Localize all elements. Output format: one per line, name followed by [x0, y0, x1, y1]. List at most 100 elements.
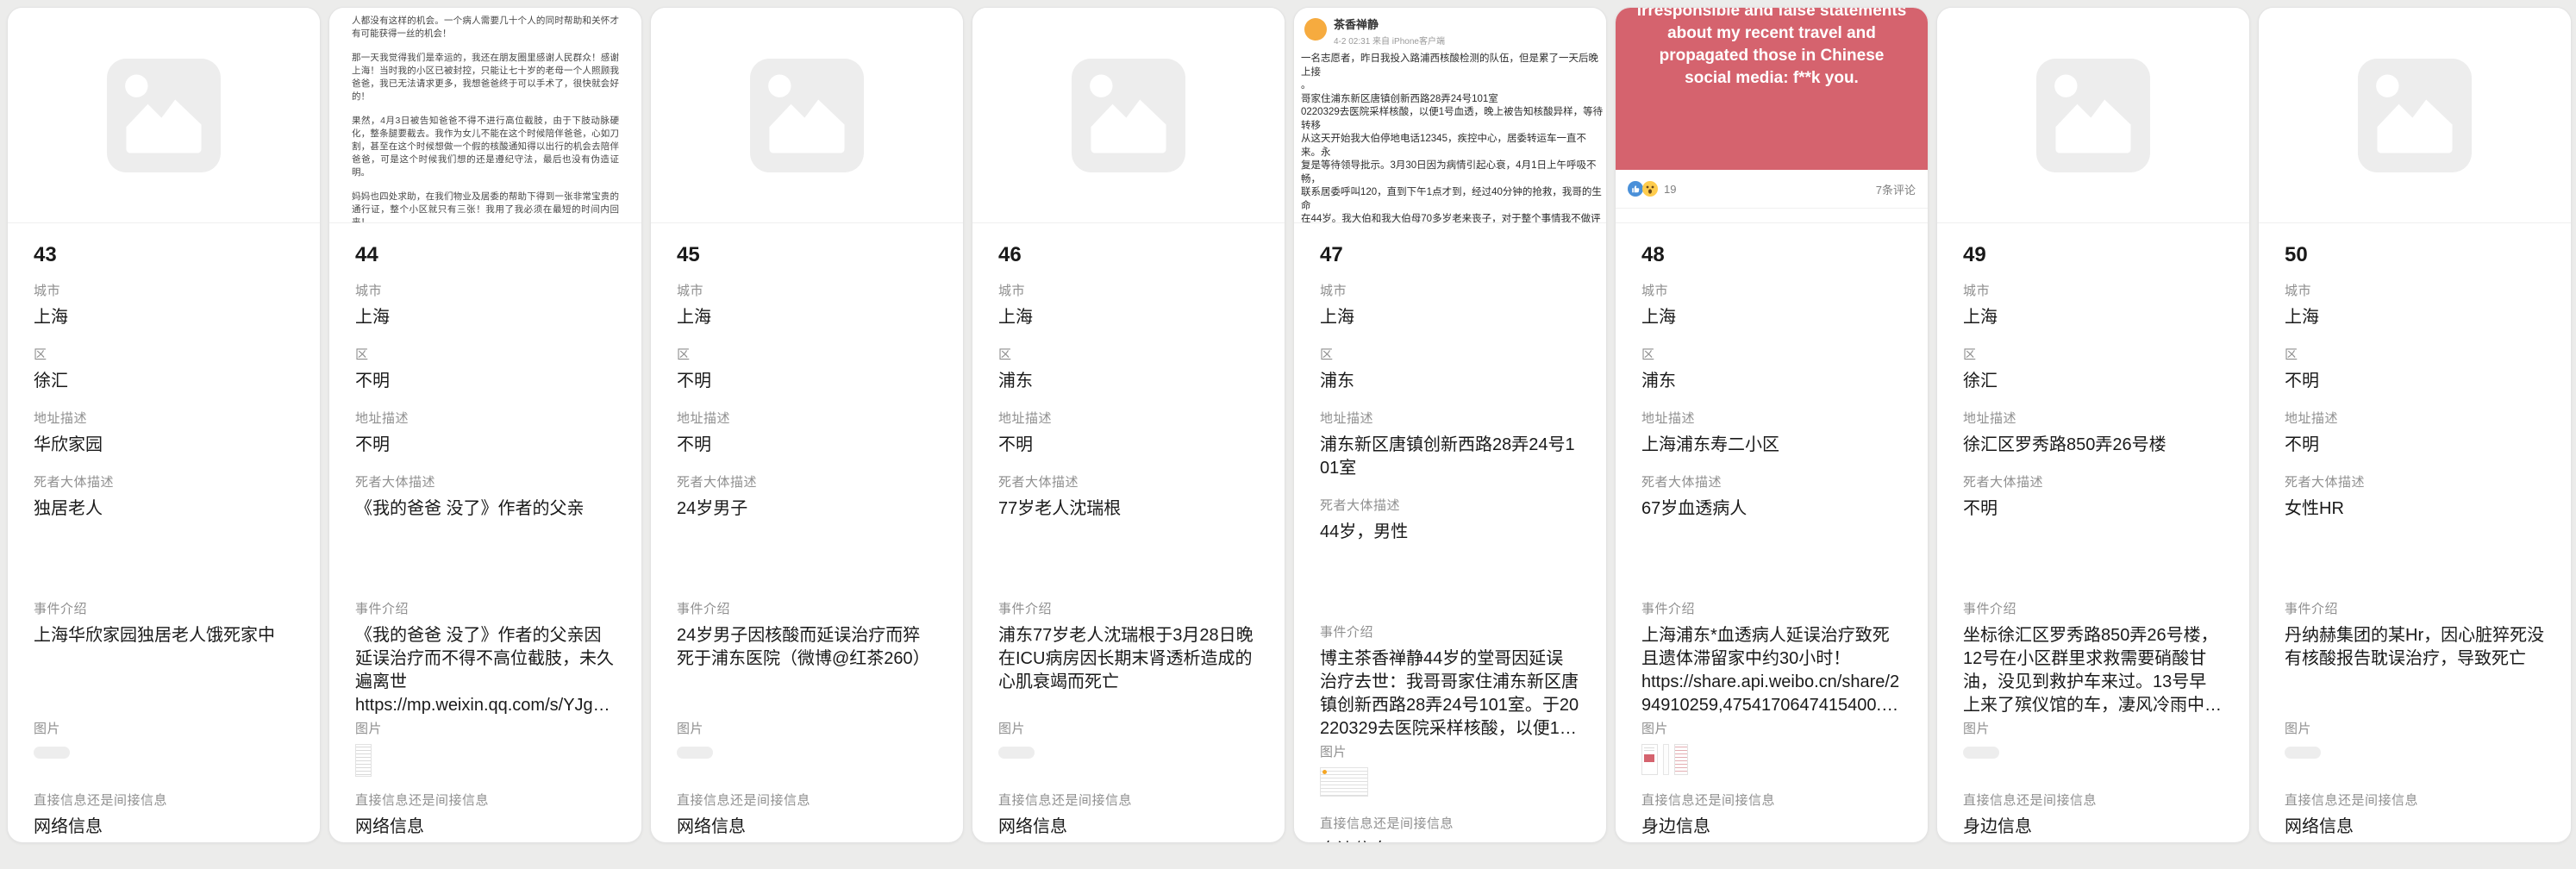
- record-card-48[interactable]: irresponsible and false statements about…: [1615, 7, 1929, 843]
- field-address: 地址描述 浦东新区唐镇创新西路28弄24号101室: [1320, 410, 1580, 480]
- field-direct: 直接信息还是间接信息 网络信息: [34, 792, 294, 839]
- field-label: 事件介绍: [2285, 601, 2545, 618]
- field-label: 地址描述: [355, 410, 616, 428]
- image-thumbnail[interactable]: [677, 747, 713, 759]
- image-thumbnail[interactable]: [1641, 744, 1658, 775]
- field-label: 直接信息还是间接信息: [1963, 792, 2223, 810]
- field-address: 地址描述 不明: [355, 410, 616, 457]
- field-label: 事件介绍: [998, 601, 1259, 618]
- record-number: 49: [1963, 242, 2223, 267]
- comment-button[interactable]: 评论: [1720, 209, 1824, 223]
- field-label: 区: [2285, 347, 2545, 364]
- field-value: 徐汇: [1963, 370, 2223, 393]
- record-card-47[interactable]: 茶香禅静 4-2 02:31 来自 iPhone客户端 一名志愿者，昨日我投入路…: [1293, 7, 1607, 843]
- record-card-44[interactable]: 人都没有这样的机会。一个病人需要几十个人的同时帮助和关怀才有可能获得一丝的机会！…: [328, 7, 642, 843]
- field-label: 地址描述: [677, 410, 937, 428]
- card-info: 47 城市 上海 区 浦东 地址描述 浦东新区唐镇创新西路28弄24号101室 …: [1294, 223, 1606, 843]
- field-label: 图片: [1641, 721, 1902, 738]
- field-direct: 直接信息还是间接信息 网络信息: [677, 792, 937, 839]
- field-label: 死者大体描述: [2285, 474, 2545, 491]
- field-value: 独居老人: [34, 497, 294, 594]
- field-label: 城市: [2285, 283, 2545, 300]
- record-card-45[interactable]: 45 城市 上海 区 不明 地址描述 不明 死者大体描述 24岁男子 事件介绍 …: [650, 7, 964, 843]
- like-icon: [1653, 221, 1666, 223]
- image-thumbnail[interactable]: [1320, 767, 1368, 797]
- field-deceased: 死者大体描述 《我的爸爸 没了》作者的父亲: [355, 474, 616, 594]
- field-value: 博主茶香禅静44岁的堂哥因延误治疗去世：我哥哥家住浦东新区唐镇创新西路28弄24…: [1320, 647, 1580, 741]
- share-button[interactable]: 分享: [1823, 209, 1928, 223]
- field-direct: 直接信息还是间接信息 身边信息: [1320, 816, 1580, 843]
- field-event: 事件介绍 浦东77岁老人沈瑞根于3月28日晚在ICU病房因长期末肾透析造成的心肌…: [998, 601, 1259, 717]
- field-district: 区 徐汇: [34, 347, 294, 393]
- field-value: 上海: [1320, 306, 1580, 329]
- field-city: 城市 上海: [355, 283, 616, 329]
- record-card-49[interactable]: 49 城市 上海 区 徐汇 地址描述 徐汇区罗秀路850弄26号楼 死者大体描述…: [1936, 7, 2250, 843]
- comment-count[interactable]: 7条评论: [1876, 181, 1916, 197]
- weibo-body-text: 一名志愿者，昨日我投入路浦西核酸检测的队伍，但是累了一天后晚上接 。 哥家住浦东…: [1301, 53, 1604, 223]
- record-card-43[interactable]: 43 城市 上海 区 徐汇 地址描述 华欣家园 死者大体描述 独居老人 事件介绍…: [7, 7, 321, 843]
- field-label: 图片: [998, 721, 1259, 738]
- field-value: 上海华欣家园独居老人饿死家中: [34, 624, 294, 717]
- field-direct: 直接信息还是间接信息 网络信息: [998, 792, 1259, 839]
- field-value: 不明: [2285, 370, 2545, 393]
- record-number: 43: [34, 242, 294, 267]
- field-label: 直接信息还是间接信息: [1641, 792, 1902, 810]
- field-image: 图片: [1320, 744, 1580, 800]
- field-value: 徐汇区罗秀路850弄26号楼: [1963, 434, 2223, 457]
- field-image: 图片: [1963, 721, 2223, 777]
- field-value: 上海: [998, 306, 1259, 329]
- field-value: 不明: [355, 434, 616, 457]
- image-thumbnail[interactable]: [2285, 747, 2321, 759]
- field-label: 死者大体描述: [1320, 497, 1580, 515]
- surprised-reaction-icon: [1642, 181, 1658, 197]
- field-label: 图片: [355, 721, 616, 738]
- image-thumbnail[interactable]: [1963, 747, 1999, 759]
- field-direct: 直接信息还是间接信息 网络信息: [2285, 792, 2545, 839]
- field-value: 67岁血透病人: [1641, 497, 1902, 594]
- share-icon: [1855, 221, 1869, 223]
- weibo-header: 茶香禅静 4-2 02:31 来自 iPhone客户端: [1304, 18, 1597, 47]
- field-image: 图片: [998, 721, 1259, 777]
- image-thumbnail[interactable]: [1674, 744, 1688, 775]
- reaction-count: 19: [1664, 183, 1676, 196]
- field-label: 地址描述: [1963, 410, 2223, 428]
- field-value: 身边信息: [1641, 816, 1902, 839]
- field-value: 上海浦东*血透病人延误治疗致死且遗体滞留家中约30小时！ https://sha…: [1641, 624, 1902, 717]
- field-event: 事件介绍 上海浦东*血透病人延误治疗致死且遗体滞留家中约30小时！ https:…: [1641, 601, 1902, 717]
- card-gallery: 43 城市 上海 区 徐汇 地址描述 华欣家园 死者大体描述 独居老人 事件介绍…: [0, 0, 2576, 850]
- article-paragraph: 人都没有这样的机会。一个病人需要几十个人的同时帮助和关怀才有可能获得一丝的机会！: [352, 15, 619, 41]
- record-card-50[interactable]: 50 城市 上海 区 不明 地址描述 不明 死者大体描述 女性HR 事件介绍 丹…: [2258, 7, 2572, 843]
- field-label: 直接信息还是间接信息: [998, 792, 1259, 810]
- field-deceased: 死者大体描述 67岁血透病人: [1641, 474, 1902, 594]
- field-label: 图片: [1963, 721, 2223, 738]
- banner-text: irresponsible and false statements about…: [1635, 8, 1909, 170]
- field-value: 丹纳赫集团的某Hr，因心脏猝死没有核酸报告耽误治疗，导致死亡: [2285, 624, 2545, 717]
- field-value: 《我的爸爸 没了》作者的父亲因延误治疗而不得不高位截肢，未久遍离世 https:…: [355, 624, 616, 717]
- image-thumbnail[interactable]: [355, 744, 372, 777]
- field-value: 77岁老人沈瑞根: [998, 497, 1259, 594]
- field-label: 地址描述: [34, 410, 294, 428]
- field-label: 死者大体描述: [998, 474, 1259, 491]
- field-city: 城市 上海: [998, 283, 1259, 329]
- field-value: 上海浦东寿二小区: [1641, 434, 1902, 457]
- image-thumbnail[interactable]: [1663, 744, 1669, 775]
- card-info: 44 城市 上海 区 不明 地址描述 不明 死者大体描述 《我的爸爸 没了》作者…: [329, 223, 641, 839]
- field-value: 网络信息: [34, 816, 294, 839]
- field-event: 事件介绍 24岁男子因核酸而延误治疗而猝死于浦东医院（微博@红茶260）: [677, 601, 937, 717]
- field-label: 死者大体描述: [355, 474, 616, 491]
- field-label: 图片: [34, 721, 294, 738]
- record-card-46[interactable]: 46 城市 上海 区 浦东 地址描述 不明 死者大体描述 77岁老人沈瑞根 事件…: [972, 7, 1285, 843]
- field-district: 区 浦东: [1320, 347, 1580, 393]
- field-address: 地址描述 不明: [998, 410, 1259, 457]
- image-thumbnail[interactable]: [998, 747, 1035, 759]
- article-paragraph: 妈妈也四处求助，在我们物业及居委的帮助下得到一张非常宝贵的通行证，整个小区就只有…: [352, 191, 619, 223]
- like-button[interactable]: 赞: [1616, 209, 1720, 223]
- field-label: 事件介绍: [1963, 601, 2223, 618]
- field-city: 城市 上海: [1320, 283, 1580, 329]
- field-deceased: 死者大体描述 独居老人: [34, 474, 294, 594]
- card-cover-weibo-post: irresponsible and false statements about…: [1616, 8, 1928, 223]
- field-label: 地址描述: [998, 410, 1259, 428]
- image-thumbnail[interactable]: [34, 747, 70, 759]
- field-label: 图片: [2285, 721, 2545, 738]
- field-value: 上海: [355, 306, 616, 329]
